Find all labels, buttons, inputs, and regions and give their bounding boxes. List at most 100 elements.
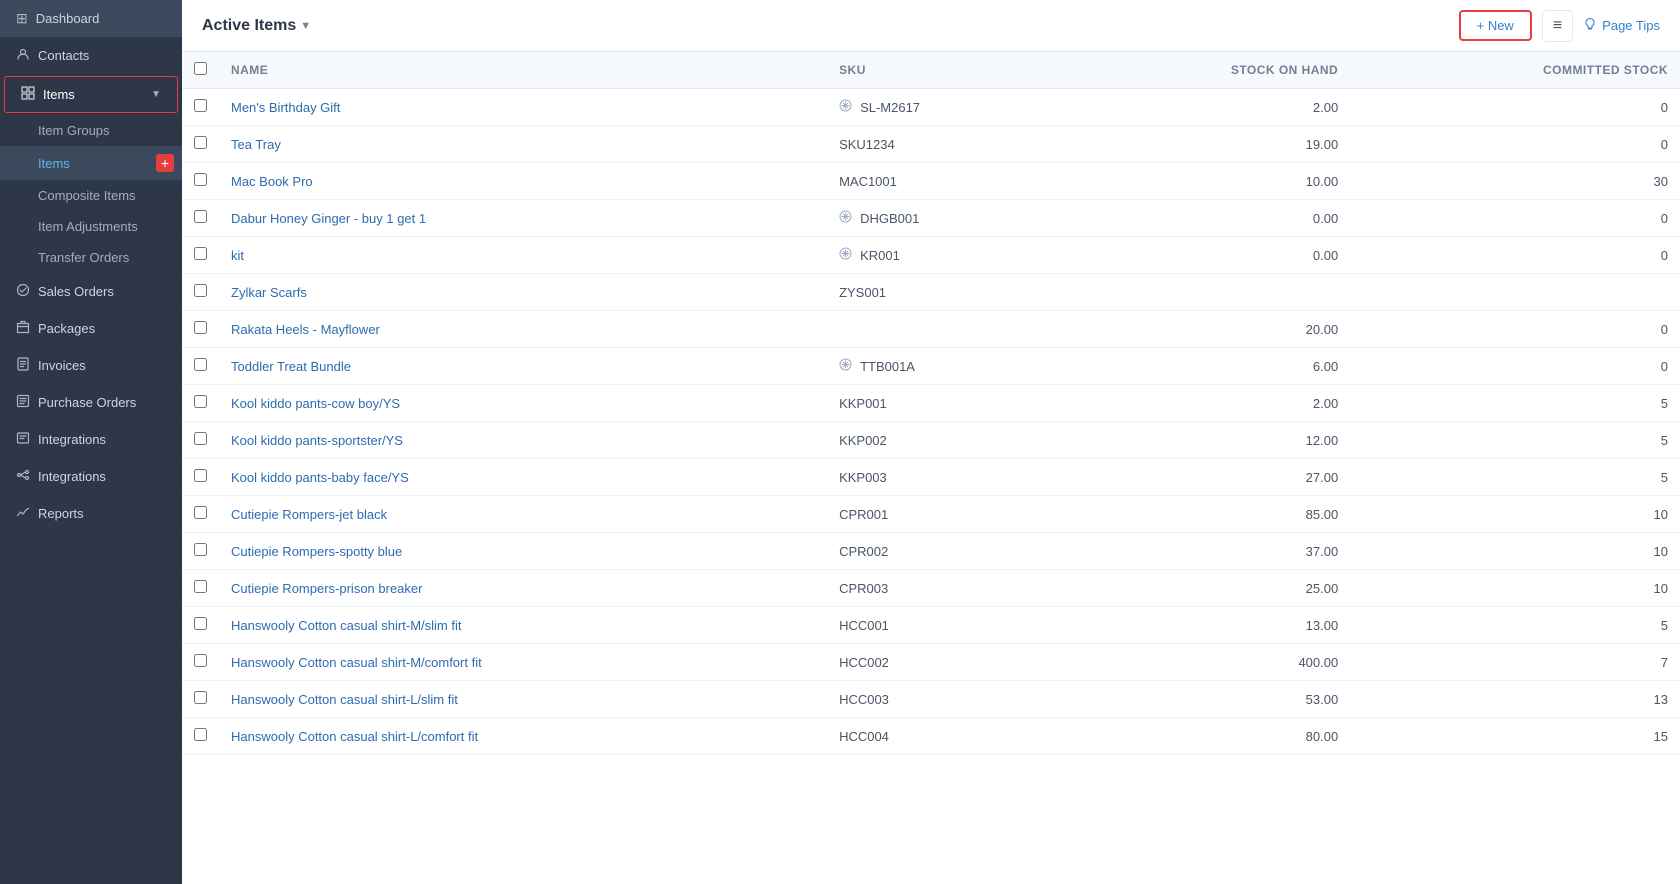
item-name-link[interactable]: Kool kiddo pants-sportster/YS	[231, 433, 403, 448]
row-checkbox-cell[interactable]	[182, 200, 219, 237]
row-committed: 15	[1350, 718, 1680, 755]
item-name-link[interactable]: Rakata Heels - Mayflower	[231, 322, 380, 337]
sidebar-item-transfer-orders[interactable]: Transfer Orders	[0, 242, 182, 273]
row-checkbox-cell[interactable]	[182, 718, 219, 755]
sidebar-item-item-adjustments[interactable]: Item Adjustments	[0, 211, 182, 242]
menu-button[interactable]: ≡	[1542, 10, 1573, 42]
row-stock: 2.00	[1059, 89, 1350, 126]
sidebar-item-sales-orders[interactable]: Sales Orders	[0, 273, 182, 310]
items-table-container[interactable]: NAME SKU STOCK ON HAND COMMITTED STOCK M…	[182, 52, 1680, 884]
row-stock	[1059, 274, 1350, 311]
item-name-link[interactable]: Dabur Honey Ginger - buy 1 get 1	[231, 211, 426, 226]
row-checkbox-cell[interactable]	[182, 459, 219, 496]
row-checkbox-cell[interactable]	[182, 89, 219, 126]
sidebar-item-invoices[interactable]: Invoices	[0, 347, 182, 384]
row-checkbox-cell[interactable]	[182, 311, 219, 348]
item-name-link[interactable]: Mac Book Pro	[231, 174, 313, 189]
row-checkbox-cell[interactable]	[182, 496, 219, 533]
row-checkbox[interactable]	[194, 247, 207, 260]
row-checkbox-cell[interactable]	[182, 163, 219, 200]
row-item-name[interactable]: Zylkar Scarfs	[219, 274, 827, 311]
row-item-name[interactable]: Men's Birthday Gift	[219, 89, 827, 126]
row-item-name[interactable]: Toddler Treat Bundle	[219, 348, 827, 385]
row-checkbox[interactable]	[194, 136, 207, 149]
row-item-name[interactable]: Mac Book Pro	[219, 163, 827, 200]
header-checkbox-cell[interactable]	[182, 52, 219, 89]
item-name-link[interactable]: Tea Tray	[231, 137, 281, 152]
row-checkbox[interactable]	[194, 99, 207, 112]
item-name-link[interactable]: Hanswooly Cotton casual shirt-L/comfort …	[231, 729, 478, 744]
row-item-name[interactable]: Cutiepie Rompers-spotty blue	[219, 533, 827, 570]
item-name-link[interactable]: Hanswooly Cotton casual shirt-L/slim fit	[231, 692, 458, 707]
item-name-link[interactable]: Toddler Treat Bundle	[231, 359, 351, 374]
sidebar-item-packages[interactable]: Packages	[0, 310, 182, 347]
sidebar-item-contacts[interactable]: Contacts	[0, 37, 182, 74]
select-all-checkbox[interactable]	[194, 62, 207, 75]
row-checkbox-cell[interactable]	[182, 607, 219, 644]
add-item-button[interactable]: +	[156, 154, 174, 172]
row-checkbox-cell[interactable]	[182, 274, 219, 311]
row-checkbox-cell[interactable]	[182, 237, 219, 274]
row-item-name[interactable]: Kool kiddo pants-cow boy/YS	[219, 385, 827, 422]
row-checkbox[interactable]	[194, 617, 207, 630]
sidebar-item-dashboard[interactable]: ⊞ Dashboard	[0, 0, 182, 37]
row-item-name[interactable]: Cutiepie Rompers-jet black	[219, 496, 827, 533]
title-dropdown-arrow[interactable]: ▼	[300, 20, 311, 32]
item-name-link[interactable]: Kool kiddo pants-baby face/YS	[231, 470, 409, 485]
item-name-link[interactable]: Kool kiddo pants-cow boy/YS	[231, 396, 400, 411]
row-checkbox[interactable]	[194, 432, 207, 445]
row-item-name[interactable]: Hanswooly Cotton casual shirt-M/comfort …	[219, 644, 827, 681]
new-button[interactable]: + New	[1459, 10, 1532, 41]
row-checkbox[interactable]	[194, 210, 207, 223]
row-checkbox[interactable]	[194, 284, 207, 297]
row-checkbox[interactable]	[194, 654, 207, 667]
row-checkbox[interactable]	[194, 728, 207, 741]
row-item-name[interactable]: Hanswooly Cotton casual shirt-L/slim fit	[219, 681, 827, 718]
row-item-name[interactable]: Dabur Honey Ginger - buy 1 get 1	[219, 200, 827, 237]
item-name-link[interactable]: Cutiepie Rompers-spotty blue	[231, 544, 402, 559]
row-checkbox[interactable]	[194, 691, 207, 704]
row-checkbox[interactable]	[194, 395, 207, 408]
row-checkbox-cell[interactable]	[182, 644, 219, 681]
item-name-link[interactable]: Hanswooly Cotton casual shirt-M/slim fit	[231, 618, 461, 633]
row-item-name[interactable]: Tea Tray	[219, 126, 827, 163]
row-item-name[interactable]: Kool kiddo pants-baby face/YS	[219, 459, 827, 496]
row-checkbox[interactable]	[194, 173, 207, 186]
row-item-name[interactable]: Cutiepie Rompers-prison breaker	[219, 570, 827, 607]
row-checkbox[interactable]	[194, 469, 207, 482]
sidebar-item-integrations[interactable]: Integrations	[0, 458, 182, 495]
item-name-link[interactable]: Hanswooly Cotton casual shirt-M/comfort …	[231, 655, 482, 670]
row-checkbox[interactable]	[194, 321, 207, 334]
row-checkbox[interactable]	[194, 506, 207, 519]
item-name-link[interactable]: Cutiepie Rompers-prison breaker	[231, 581, 422, 596]
row-checkbox-cell[interactable]	[182, 385, 219, 422]
row-item-name[interactable]: kit	[219, 237, 827, 274]
row-item-name[interactable]: Kool kiddo pants-sportster/YS	[219, 422, 827, 459]
row-checkbox[interactable]	[194, 358, 207, 371]
sidebar-item-item-groups[interactable]: Item Groups	[0, 115, 182, 146]
row-checkbox-cell[interactable]	[182, 422, 219, 459]
row-committed: 5	[1350, 459, 1680, 496]
sidebar-item-reports[interactable]: Reports	[0, 495, 182, 532]
sidebar-item-items-active[interactable]: Items +	[0, 146, 182, 180]
row-checkbox-cell[interactable]	[182, 681, 219, 718]
item-name-link[interactable]: Zylkar Scarfs	[231, 285, 307, 300]
row-item-name[interactable]: Rakata Heels - Mayflower	[219, 311, 827, 348]
sidebar-item-items-parent[interactable]: Items ▼	[4, 76, 178, 113]
sidebar-item-composite-items[interactable]: Composite Items	[0, 180, 182, 211]
row-checkbox[interactable]	[194, 580, 207, 593]
row-checkbox-cell[interactable]	[182, 348, 219, 385]
row-sku: ZYS001	[827, 274, 1059, 311]
row-checkbox-cell[interactable]	[182, 570, 219, 607]
item-name-link[interactable]: Cutiepie Rompers-jet black	[231, 507, 387, 522]
row-item-name[interactable]: Hanswooly Cotton casual shirt-M/slim fit	[219, 607, 827, 644]
item-name-link[interactable]: Men's Birthday Gift	[231, 100, 340, 115]
sidebar-item-purchase-orders[interactable]: Purchase Orders	[0, 384, 182, 421]
item-name-link[interactable]: kit	[231, 248, 244, 263]
row-item-name[interactable]: Hanswooly Cotton casual shirt-L/comfort …	[219, 718, 827, 755]
sidebar-item-bills[interactable]: Integrations	[0, 421, 182, 458]
row-checkbox-cell[interactable]	[182, 533, 219, 570]
row-checkbox[interactable]	[194, 543, 207, 556]
row-checkbox-cell[interactable]	[182, 126, 219, 163]
page-tips-button[interactable]: Page Tips	[1583, 17, 1660, 34]
